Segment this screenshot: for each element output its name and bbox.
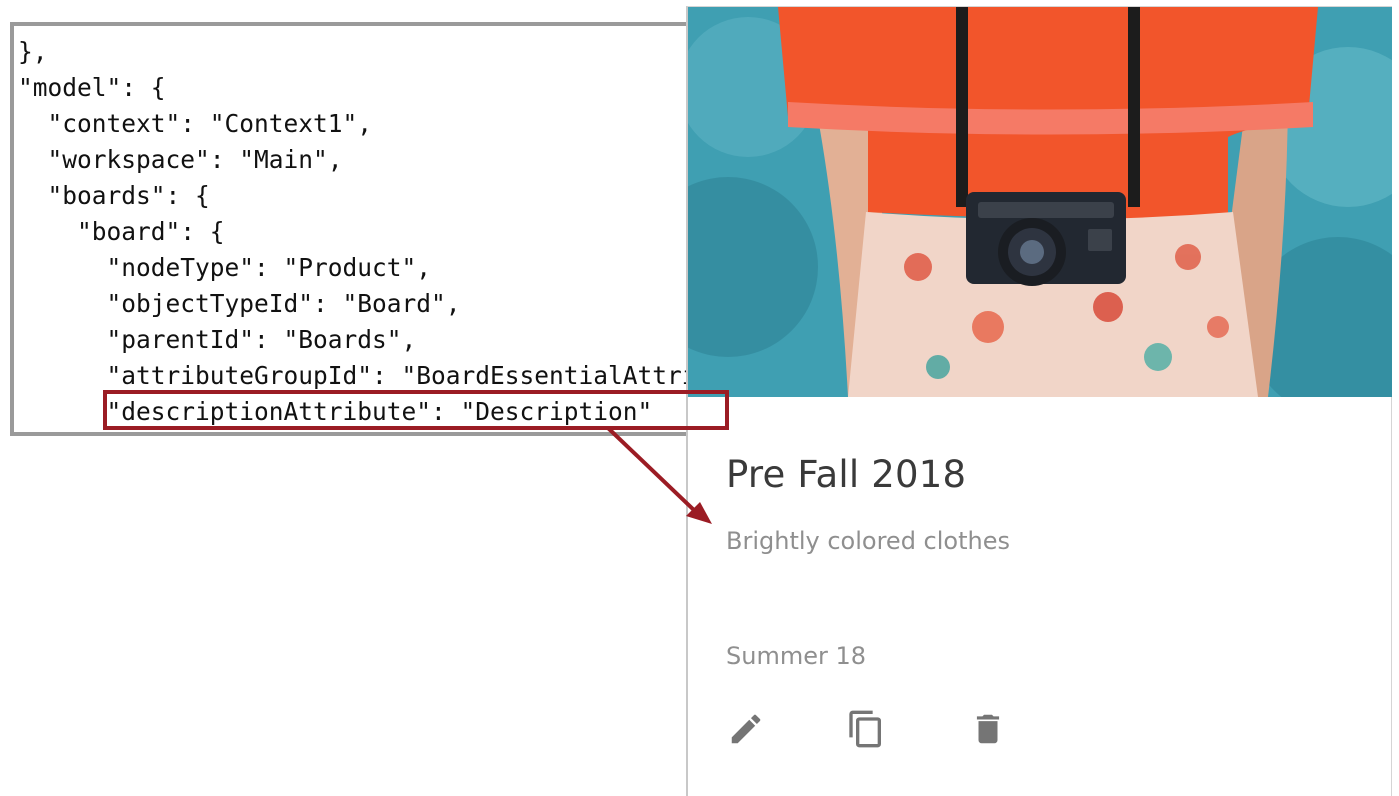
code-line: }, [18,37,48,66]
board-description: Brightly colored clothes [726,527,1010,555]
copy-icon [849,710,881,748]
board-season: Summer 18 [726,642,867,670]
edit-button[interactable] [724,707,768,751]
copy-button[interactable] [844,707,888,751]
code-line: "workspace": "Main", [18,145,343,174]
code-line: "parentId": "Boards", [18,325,417,354]
trash-icon [976,714,1000,744]
code-line: "model": { [18,73,166,102]
code-line: "objectTypeId": "Board", [18,289,461,318]
card-actions [724,707,1044,755]
code-line: "board": { [18,217,225,246]
code-line: "boards": { [18,181,210,210]
code-line: "context": "Context1", [18,109,373,138]
board-cover-image [688,7,1392,397]
board-title: Pre Fall 2018 [726,453,967,496]
board-card[interactable]: Pre Fall 2018 Brightly colored clothes S… [686,6,1392,796]
highlight-box [103,390,729,430]
pencil-icon [731,714,761,744]
code-block: }, "model": { "context": "Context1", "wo… [18,34,800,430]
code-line: "attributeGroupId": "BoardEssentialAttri… [18,361,800,390]
delete-button[interactable] [966,707,1010,751]
code-line: "nodeType": "Product", [18,253,432,282]
